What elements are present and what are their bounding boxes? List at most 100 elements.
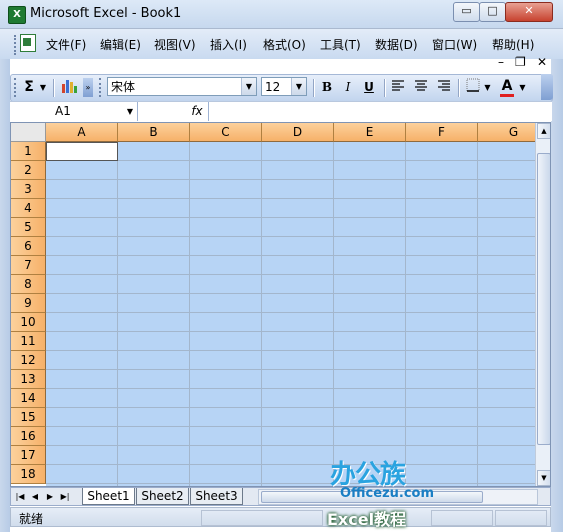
font-size-value: 12	[265, 80, 281, 94]
row-header-6[interactable]: 6	[11, 237, 46, 256]
name-box-value: A1	[55, 104, 71, 118]
borders-icon[interactable]	[464, 78, 482, 97]
font-color-icon[interactable]: A	[498, 78, 516, 97]
vertical-scroll-thumb[interactable]	[537, 153, 550, 445]
font-color-dropdown-icon[interactable]: ▼	[518, 78, 527, 97]
minimize-button[interactable]: ▭	[453, 2, 480, 22]
row-header-11[interactable]: 11	[11, 332, 46, 351]
borders-dropdown-icon[interactable]: ▼	[483, 78, 492, 97]
column-header-c[interactable]: C	[190, 123, 262, 142]
row-header-4[interactable]: 4	[11, 199, 46, 218]
row-header-7[interactable]: 7	[11, 256, 46, 275]
doc-minimize-button[interactable]: –	[498, 55, 504, 69]
row-header-5[interactable]: 5	[11, 218, 46, 237]
toolbar-grip[interactable]	[14, 78, 20, 97]
watermark-tagline: Excel教程	[327, 510, 407, 529]
font-name-dropdown-icon[interactable]: ▼	[241, 78, 256, 95]
column-header-e[interactable]: E	[334, 123, 406, 142]
prev-sheet-icon[interactable]: ◀	[28, 489, 42, 504]
column-header-f[interactable]: F	[406, 123, 478, 142]
row-header-16[interactable]: 16	[11, 427, 46, 446]
toolbar-separator	[313, 79, 315, 97]
bold-button[interactable]: B	[318, 78, 336, 97]
row-header-18[interactable]: 18	[11, 465, 46, 484]
next-sheet-icon[interactable]: ▶	[43, 489, 57, 504]
underline-button[interactable]: U	[360, 78, 378, 97]
status-pane	[495, 510, 547, 526]
maximize-button[interactable]: □	[479, 2, 506, 22]
doc-restore-button[interactable]: ❐	[515, 55, 526, 69]
align-right-icon[interactable]	[435, 78, 453, 97]
name-box-dropdown-icon[interactable]: ▼	[123, 102, 137, 121]
row-header-17[interactable]: 17	[11, 446, 46, 465]
scroll-down-icon[interactable]: ▼	[537, 470, 550, 486]
row-header-2[interactable]: 2	[11, 161, 46, 180]
status-text: 就绪	[19, 512, 44, 526]
row-header-8[interactable]: 8	[11, 275, 46, 294]
row-header-3[interactable]: 3	[11, 180, 46, 199]
formatting-toolbar: Σ ▼ » 宋体 ▼ 12 ▼ B I U ▼ A ▼	[10, 74, 553, 102]
menu-file[interactable]: 文件(F)	[46, 36, 86, 53]
vertical-scrollbar[interactable]: ▲ ▼	[535, 123, 550, 486]
menu-window[interactable]: 窗口(W)	[432, 36, 477, 53]
column-header-b[interactable]: B	[118, 123, 190, 142]
toolbar-separator	[458, 79, 460, 97]
menu-data[interactable]: 数据(D)	[375, 36, 418, 53]
toolbar-overflow-icon[interactable]	[541, 74, 553, 100]
cell-area[interactable]	[46, 142, 536, 486]
watermark-site: Officezu.com	[340, 486, 435, 501]
italic-button[interactable]: I	[339, 78, 357, 97]
align-center-icon[interactable]	[412, 78, 430, 97]
toolbar-separator	[384, 79, 386, 97]
name-box[interactable]: A1 ▼	[10, 102, 138, 121]
column-header-a[interactable]: A	[46, 123, 118, 142]
row-header-14[interactable]: 14	[11, 389, 46, 408]
menu-tools[interactable]: 工具(T)	[320, 36, 361, 53]
sheet-tabs-bar: |◀ ◀ ▶ ▶| Sheet1 Sheet2 Sheet3	[10, 487, 551, 506]
tab-sheet2[interactable]: Sheet2	[136, 488, 189, 505]
workbook-icon[interactable]	[20, 34, 36, 52]
toolbar-options-icon[interactable]: »	[83, 78, 93, 97]
row-header-13[interactable]: 13	[11, 370, 46, 389]
menu-insert[interactable]: 插入(I)	[210, 36, 247, 53]
font-size-dropdown-icon[interactable]: ▼	[291, 78, 306, 95]
toolbar-separator	[53, 79, 55, 97]
status-pane	[201, 510, 323, 526]
first-sheet-icon[interactable]: |◀	[13, 489, 27, 504]
row-header-10[interactable]: 10	[11, 313, 46, 332]
row-header-9[interactable]: 9	[11, 294, 46, 313]
active-cell[interactable]	[46, 142, 118, 161]
chart-wizard-icon[interactable]	[59, 78, 79, 97]
menu-edit[interactable]: 编辑(E)	[100, 36, 141, 53]
close-button[interactable]: ✕	[505, 2, 553, 22]
menu-view[interactable]: 视图(V)	[154, 36, 196, 53]
formula-input[interactable]	[208, 102, 552, 121]
align-left-icon[interactable]	[389, 78, 407, 97]
font-size-select[interactable]: 12 ▼	[261, 77, 307, 96]
worksheet-grid: ABCDEFG 1 2 3 4 5 6 7 8 9 10 11 12 13 14 15 16 17 18 ▲ ▼	[10, 122, 551, 487]
excel-icon[interactable]: X	[8, 6, 26, 24]
status-pane	[431, 510, 493, 526]
tab-sheet3[interactable]: Sheet3	[190, 488, 243, 505]
insert-function-icon[interactable]: fx	[186, 102, 208, 121]
tab-sheet1[interactable]: Sheet1	[82, 488, 135, 505]
menu-format[interactable]: 格式(O)	[263, 36, 306, 53]
last-sheet-icon[interactable]: ▶|	[58, 489, 72, 504]
menu-help[interactable]: 帮助(H)	[492, 36, 534, 53]
select-all-button[interactable]	[11, 123, 46, 142]
scroll-up-icon[interactable]: ▲	[537, 123, 550, 139]
autosum-dropdown-icon[interactable]: ▼	[38, 78, 48, 97]
menu-bar: 文件(F) 编辑(E) 视图(V) 插入(I) 格式(O) 工具(T) 数据(D…	[0, 29, 563, 59]
toolbar-grip-2[interactable]	[99, 78, 105, 97]
title-bar: X Microsoft Excel - Book1 ▭ □ ✕	[0, 0, 563, 29]
menubar-grip[interactable]	[14, 35, 19, 55]
column-header-d[interactable]: D	[262, 123, 334, 142]
row-header-15[interactable]: 15	[11, 408, 46, 427]
doc-close-button[interactable]: ✕	[537, 55, 547, 69]
autosum-button[interactable]: Σ	[21, 78, 37, 97]
row-header-1[interactable]: 1	[11, 142, 46, 161]
row-header-12[interactable]: 12	[11, 351, 46, 370]
font-name-select[interactable]: 宋体 ▼	[107, 77, 257, 96]
formula-bar: A1 ▼ fx	[10, 101, 552, 122]
window-border-right	[551, 59, 563, 532]
